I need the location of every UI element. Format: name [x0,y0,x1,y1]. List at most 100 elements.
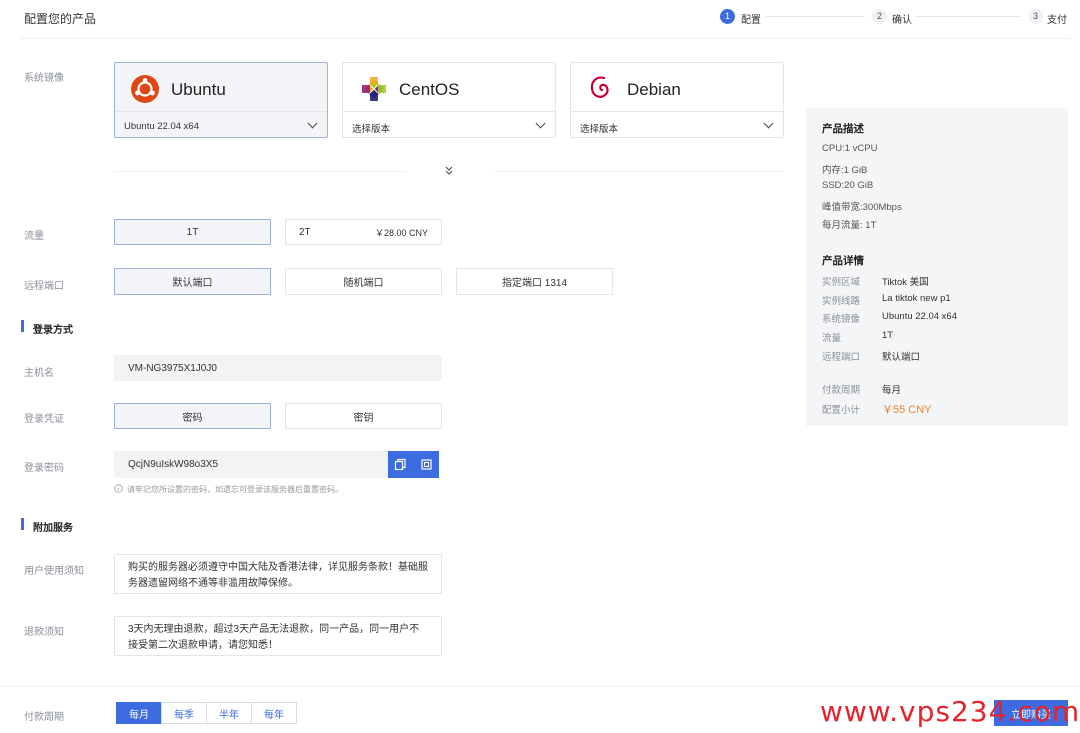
step-2-label: 确认 [892,15,912,26]
card-divider [115,111,327,112]
detail-value: Ubuntu 22.04 x64 [882,311,958,322]
refund-notice-label: 退款须知 [24,627,64,638]
hostname-label: 主机名 [24,368,54,379]
billing-cycle-key: 付款周期 [822,385,861,396]
chevron-down-icon[interactable] [535,118,546,129]
spec-line: 峰值带宽:300Mbps [822,202,902,213]
section-title-extra: 附加服务 [33,523,73,534]
option-label: 指定端口 1314 [501,278,568,289]
option-label: 密码 [182,412,203,424]
subtotal-key: 配置小计 [822,405,861,416]
os-name: Ubuntu [171,80,226,99]
password-hint: 请牢记您所设置的密码，如遗忘可登录该服务器后重置密码。 [127,485,343,494]
port-option-default[interactable]: 默认端口 [114,268,271,295]
port-option-custom[interactable]: 指定端口 1314 [456,268,613,295]
option-label: 半年 [219,709,239,721]
option-label: 默认端口 [172,278,213,289]
credential-label: 登录凭证 [24,414,64,425]
subtotal-price: ￥55 CNY [882,404,932,416]
step-3-number: 3 [1028,9,1043,24]
centos-logo-icon [362,77,386,101]
traffic-option-1t[interactable]: 1T [114,219,271,245]
os-version-select[interactable]: 选择版本 [352,121,390,135]
detail-key: 实例线路 [822,296,861,307]
os-card-debian[interactable]: Debian 选择版本 [570,62,784,138]
step-connector [765,16,865,17]
refund-notice-text: 3天内无理由退款，超过3天产品无法退款，同一产品，同一用户不接受第二次退款申请，… [114,616,442,656]
step-1-label: 配置 [741,15,761,26]
detail-key: 实例区域 [822,277,861,288]
detail-key: 远程端口 [822,352,861,363]
card-divider [571,111,783,112]
spec-line: 内存:1 GiB [822,165,868,176]
option-label: 每季 [174,709,194,721]
page-title: 配置您的产品 [24,12,97,26]
detail-key: 流量 [822,333,842,344]
card-divider [343,111,555,112]
password-actions [388,451,439,478]
hostname-input[interactable]: VM-NG3975X1J0J0 [114,355,442,381]
credential-option-password[interactable]: 密码 [114,403,271,429]
option-label: 每月 [129,709,149,721]
spec-line: 每月流量: 1T [822,220,877,231]
footer-divider [0,686,1080,687]
info-icon [114,484,123,493]
header-divider [20,38,1070,39]
copy-icon[interactable] [394,458,407,471]
billing-option-halfyear[interactable]: 半年 [206,702,252,724]
product-description-title: 产品描述 [822,123,864,135]
section-marker [21,320,24,332]
chevron-down-icon[interactable] [307,118,318,129]
expand-divider [494,171,784,172]
expand-divider [114,171,406,172]
step-1-number: 1 [720,9,735,24]
detail-value: Tiktok 美国 [882,277,929,288]
os-card-centos[interactable]: CentOS 选择版本 [342,62,556,138]
option-label: 每年 [264,709,284,721]
ubuntu-logo-icon [131,75,159,103]
billing-label: 付款周期 [24,712,64,723]
user-notice-label: 用户使用须知 [24,566,84,577]
product-detail-title: 产品详情 [822,255,864,267]
spec-line: CPU:1 vCPU [822,143,878,154]
hostname-value: VM-NG3975X1J0J0 [128,362,217,374]
os-version-select[interactable]: Ubuntu 22.04 x64 [124,121,199,132]
os-version-select[interactable]: 选择版本 [580,121,618,135]
remote-port-label: 远程端口 [24,281,64,292]
user-notice-text: 购买的服务器必须遵守中国大陆及香港法律，详见服务条款！基础服务器遗留网络不通等非… [114,554,442,594]
os-card-ubuntu[interactable]: Ubuntu Ubuntu 22.04 x64 [114,62,328,138]
port-option-random[interactable]: 随机端口 [285,268,442,295]
billing-option-quarterly[interactable]: 每季 [161,702,207,724]
detail-value: 1T [882,330,894,341]
detail-value: La tiktok new p1 [882,293,951,304]
option-label: 密钥 [353,412,374,424]
step-2-number: 2 [872,9,887,24]
password-input[interactable]: QcjN9uIskW98o3X5 [114,451,388,478]
traffic-option-2t[interactable]: 2T ￥28.00 CNY [285,219,442,245]
option-label: 随机端口 [343,278,384,289]
watermark-text: www.vps234.com [820,695,1080,728]
detail-key: 系统镜像 [822,314,861,325]
section-title-login: 登录方式 [33,325,73,336]
option-label: 2T [299,226,311,238]
billing-cycle-value: 每月 [882,385,902,396]
detail-value: 默认端口 [882,352,921,363]
os-name: Debian [627,80,681,99]
step-3-label: 支付 [1047,15,1067,26]
order-summary-panel: 产品描述 CPU:1 vCPU 内存:1 GiB SSD:20 GiB 峰值带宽… [806,108,1068,426]
chevron-down-icon[interactable] [763,118,774,129]
os-label: 系统镜像 [24,73,64,84]
double-chevron-down-icon[interactable] [444,165,454,177]
password-label: 登录密码 [24,463,64,474]
section-marker [21,518,24,530]
option-price: ￥28.00 CNY [374,227,428,238]
step-connector [916,16,1020,17]
traffic-label: 流量 [24,231,44,242]
billing-option-monthly[interactable]: 每月 [116,702,162,724]
option-label: 1T [186,226,199,238]
spec-line: SSD:20 GiB [822,180,874,191]
refresh-icon[interactable] [420,458,433,471]
credential-option-key[interactable]: 密钥 [285,403,442,429]
password-value: QcjN9uIskW98o3X5 [128,459,219,470]
billing-option-yearly[interactable]: 每年 [251,702,297,724]
